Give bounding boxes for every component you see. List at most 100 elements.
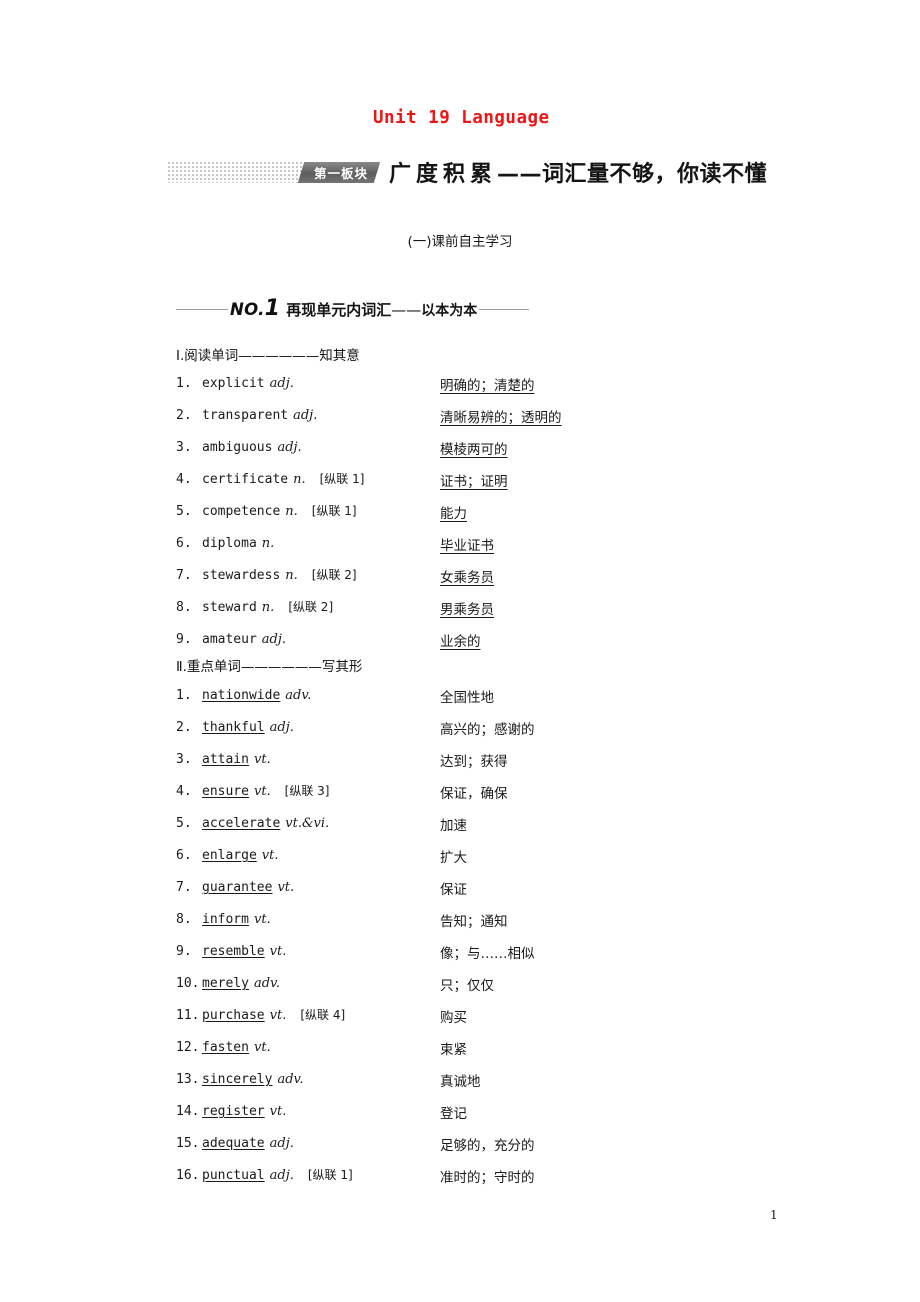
vocabulary-row: 2. thankful adj. 高兴的；感谢的: [176, 718, 796, 750]
vocabulary-row: 7. stewardess n. [纵联 2] 女乘务员: [176, 566, 796, 598]
english-word: punctual: [202, 1168, 265, 1183]
rule-left-decoration: [176, 309, 228, 310]
part-of-speech: vt.: [253, 752, 271, 767]
part-of-speech: adv.: [285, 688, 312, 703]
item-number: 15.: [176, 1136, 200, 1151]
english-entry: amateur adj.: [202, 630, 286, 648]
item-number: 2.: [176, 720, 192, 735]
part-of-speech: adv.: [277, 1072, 304, 1087]
part-of-speech: adj.: [277, 440, 302, 455]
part-of-speech: vt.: [253, 784, 271, 799]
item-number: 2.: [176, 408, 192, 423]
vocabulary-row: 1. explicit adj. 明确的；清楚的: [176, 374, 796, 406]
part-of-speech: adj.: [261, 632, 287, 647]
item-number: 7.: [176, 880, 192, 895]
chinese-meaning: 保证: [440, 882, 467, 898]
vocabulary-row: 13. sincerely adv. 真诚地: [176, 1070, 796, 1102]
rule-right-decoration: [479, 309, 530, 310]
item-number: 3.: [176, 752, 192, 767]
english-entry: guarantee vt.: [202, 878, 294, 896]
banner-heading-dash: ——: [497, 162, 543, 187]
chinese-meaning: 全国性地: [440, 690, 494, 706]
vocabulary-row: 3. attain vt. 达到；获得: [176, 750, 796, 782]
chinese-meaning: 高兴的；感谢的: [440, 722, 535, 738]
chinese-meaning: 登记: [440, 1106, 467, 1122]
item-number: 11.: [176, 1008, 200, 1023]
part-of-speech: vt.&vi.: [285, 816, 330, 831]
english-word: inform: [202, 912, 249, 927]
english-entry: merely adv.: [202, 974, 280, 992]
english-entry: ensure vt. [纵联 3]: [202, 782, 330, 800]
vocabulary-row: 4. certificate n. [纵联 1] 证书；证明: [176, 470, 796, 502]
english-entry: inform vt.: [202, 910, 271, 928]
chinese-meaning: 达到；获得: [440, 754, 508, 770]
english-word: adequate: [202, 1136, 265, 1151]
part-of-speech: vt.: [277, 880, 295, 895]
dotted-pattern-decoration: [168, 161, 303, 183]
english-word: competence: [202, 504, 281, 519]
chinese-meaning: 告知；通知: [440, 914, 508, 930]
english-word: attain: [202, 752, 249, 767]
english-entry: stewardess n. [纵联 2]: [202, 566, 357, 584]
chinese-meaning: 男乘务员: [440, 602, 494, 618]
vocabulary-row: 3. ambiguous adj. 模棱两可的: [176, 438, 796, 470]
item-number: 12.: [176, 1040, 200, 1055]
vocabulary-row: 5. accelerate vt.&vi. 加速: [176, 814, 796, 846]
cross-reference-tag: [纵联 2]: [288, 600, 334, 614]
english-word: accelerate: [202, 816, 281, 831]
block-tag-label: 第一板块: [314, 165, 369, 181]
chinese-meaning: 扩大: [440, 850, 467, 866]
chinese-meaning: 女乘务员: [440, 570, 494, 586]
english-entry: diploma n.: [202, 534, 274, 552]
vocabulary-row: 9. resemble vt. 像；与……相似: [176, 942, 796, 974]
chinese-meaning: 准时的；守时的: [440, 1170, 535, 1186]
chinese-meaning: 像；与……相似: [440, 946, 535, 962]
item-number: 8.: [176, 912, 192, 927]
vocabulary-row: 6. diploma n. 毕业证书: [176, 534, 796, 566]
english-entry: resemble vt.: [202, 942, 286, 960]
english-word: ambiguous: [202, 440, 273, 455]
item-number: 6.: [176, 848, 192, 863]
english-entry: register vt.: [202, 1102, 286, 1120]
english-word: resemble: [202, 944, 265, 959]
part-of-speech: vt.: [269, 1104, 287, 1119]
chinese-meaning: 束紧: [440, 1042, 467, 1058]
english-entry: transparent adj.: [202, 406, 317, 424]
chinese-meaning: 能力: [440, 506, 467, 522]
english-entry: thankful adj.: [202, 718, 294, 736]
english-word: enlarge: [202, 848, 257, 863]
english-entry: enlarge vt.: [202, 846, 279, 864]
banner-heading-main: 广度积累: [389, 162, 498, 187]
section-2-heading: Ⅱ.重点单词——————写其形: [176, 659, 363, 675]
part-of-speech: n.: [261, 536, 275, 551]
cross-reference-tag: [纵联 2]: [311, 568, 357, 582]
vocabulary-row: 7. guarantee vt. 保证: [176, 878, 796, 910]
section-1-word-list: 1. explicit adj. 明确的；清楚的 2. transparent adj. 清晰…: [176, 374, 796, 662]
chinese-meaning: 毕业证书: [440, 538, 494, 554]
item-number: 9.: [176, 632, 192, 647]
item-number: 6.: [176, 536, 192, 551]
item-number: 4.: [176, 472, 192, 487]
english-word: guarantee: [202, 880, 273, 895]
chinese-meaning: 只；仅仅: [440, 978, 494, 994]
english-word: purchase: [202, 1008, 265, 1023]
chinese-meaning: 保证，确保: [440, 786, 508, 802]
item-number: 3.: [176, 440, 192, 455]
vocabulary-row: 5. competence n. [纵联 1] 能力: [176, 502, 796, 534]
part-of-speech: vt.: [253, 912, 271, 927]
vocabulary-row: 10. merely adv. 只；仅仅: [176, 974, 796, 1006]
item-number: 7.: [176, 568, 192, 583]
vocabulary-row: 15. adequate adj. 足够的，充分的: [176, 1134, 796, 1166]
item-number: 10.: [176, 976, 200, 991]
english-word: sincerely: [202, 1072, 273, 1087]
english-entry: competence n. [纵联 1]: [202, 502, 357, 520]
english-word: fasten: [202, 1040, 249, 1055]
part-of-speech: n.: [293, 472, 306, 487]
part-of-speech: adj.: [269, 1168, 294, 1183]
english-entry: certificate n. [纵联 1]: [202, 470, 364, 488]
no-section-title: 再现单元内词汇: [286, 301, 392, 319]
english-entry: purchase vt. [纵联 4]: [202, 1006, 345, 1024]
vocabulary-row: 2. transparent adj. 清晰易辨的；透明的: [176, 406, 796, 438]
english-word: transparent: [202, 408, 289, 423]
item-number: 1.: [176, 376, 192, 391]
